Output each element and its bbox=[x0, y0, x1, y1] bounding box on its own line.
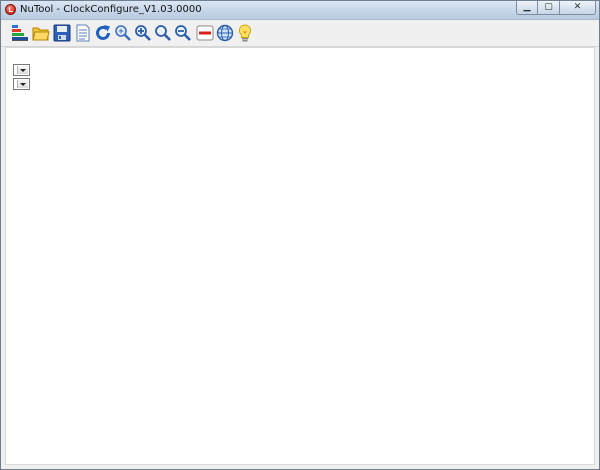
close-button[interactable]: ✕ bbox=[560, 1, 596, 15]
work-area bbox=[5, 47, 595, 465]
window-title: NuTool - ClockConfigure_V1.03.0000 bbox=[20, 4, 202, 15]
refresh-button[interactable] bbox=[93, 23, 113, 43]
globe-button[interactable] bbox=[215, 23, 235, 43]
chevron-down-icon[interactable] bbox=[17, 80, 28, 88]
window-controls: ▁ ▢ ✕ bbox=[516, 1, 596, 16]
tips-button[interactable] bbox=[235, 23, 255, 43]
maximize-button[interactable]: ▢ bbox=[538, 1, 560, 15]
refresh-icon bbox=[96, 25, 110, 40]
dropdown-1[interactable] bbox=[13, 64, 30, 76]
lightbulb-icon bbox=[239, 24, 251, 42]
zoom-reset-button[interactable] bbox=[113, 23, 133, 43]
title-bar[interactable]: NuTool - ClockConfigure_V1.03.0000 ▁ ▢ ✕ bbox=[1, 1, 599, 20]
open-button[interactable] bbox=[31, 23, 51, 43]
open-folder-icon bbox=[32, 27, 50, 41]
app-window: NuTool - ClockConfigure_V1.03.0000 ▁ ▢ ✕ bbox=[0, 0, 600, 470]
remove-button[interactable] bbox=[195, 23, 215, 43]
zoom-out-button[interactable] bbox=[173, 23, 193, 43]
save-icon bbox=[53, 24, 71, 42]
document-icon bbox=[76, 24, 90, 42]
document-button[interactable] bbox=[73, 23, 93, 43]
zoom-out-icon bbox=[175, 25, 191, 41]
toolbar bbox=[1, 20, 599, 47]
chevron-down-icon[interactable] bbox=[17, 66, 28, 74]
dropdown-2[interactable] bbox=[13, 78, 30, 90]
zoom-in-button[interactable] bbox=[133, 23, 153, 43]
chip-stack-icon bbox=[12, 25, 28, 41]
minimize-button[interactable]: ▁ bbox=[516, 1, 538, 15]
chip-stack-button[interactable] bbox=[10, 23, 30, 43]
zoom-reset-icon bbox=[115, 25, 131, 41]
app-icon bbox=[5, 4, 16, 15]
zoom-fit-button[interactable] bbox=[153, 23, 173, 43]
save-button[interactable] bbox=[52, 23, 72, 43]
globe-icon bbox=[216, 24, 234, 42]
minus-icon bbox=[196, 25, 214, 41]
zoom-fit-icon bbox=[155, 25, 171, 41]
zoom-in-icon bbox=[135, 25, 151, 41]
